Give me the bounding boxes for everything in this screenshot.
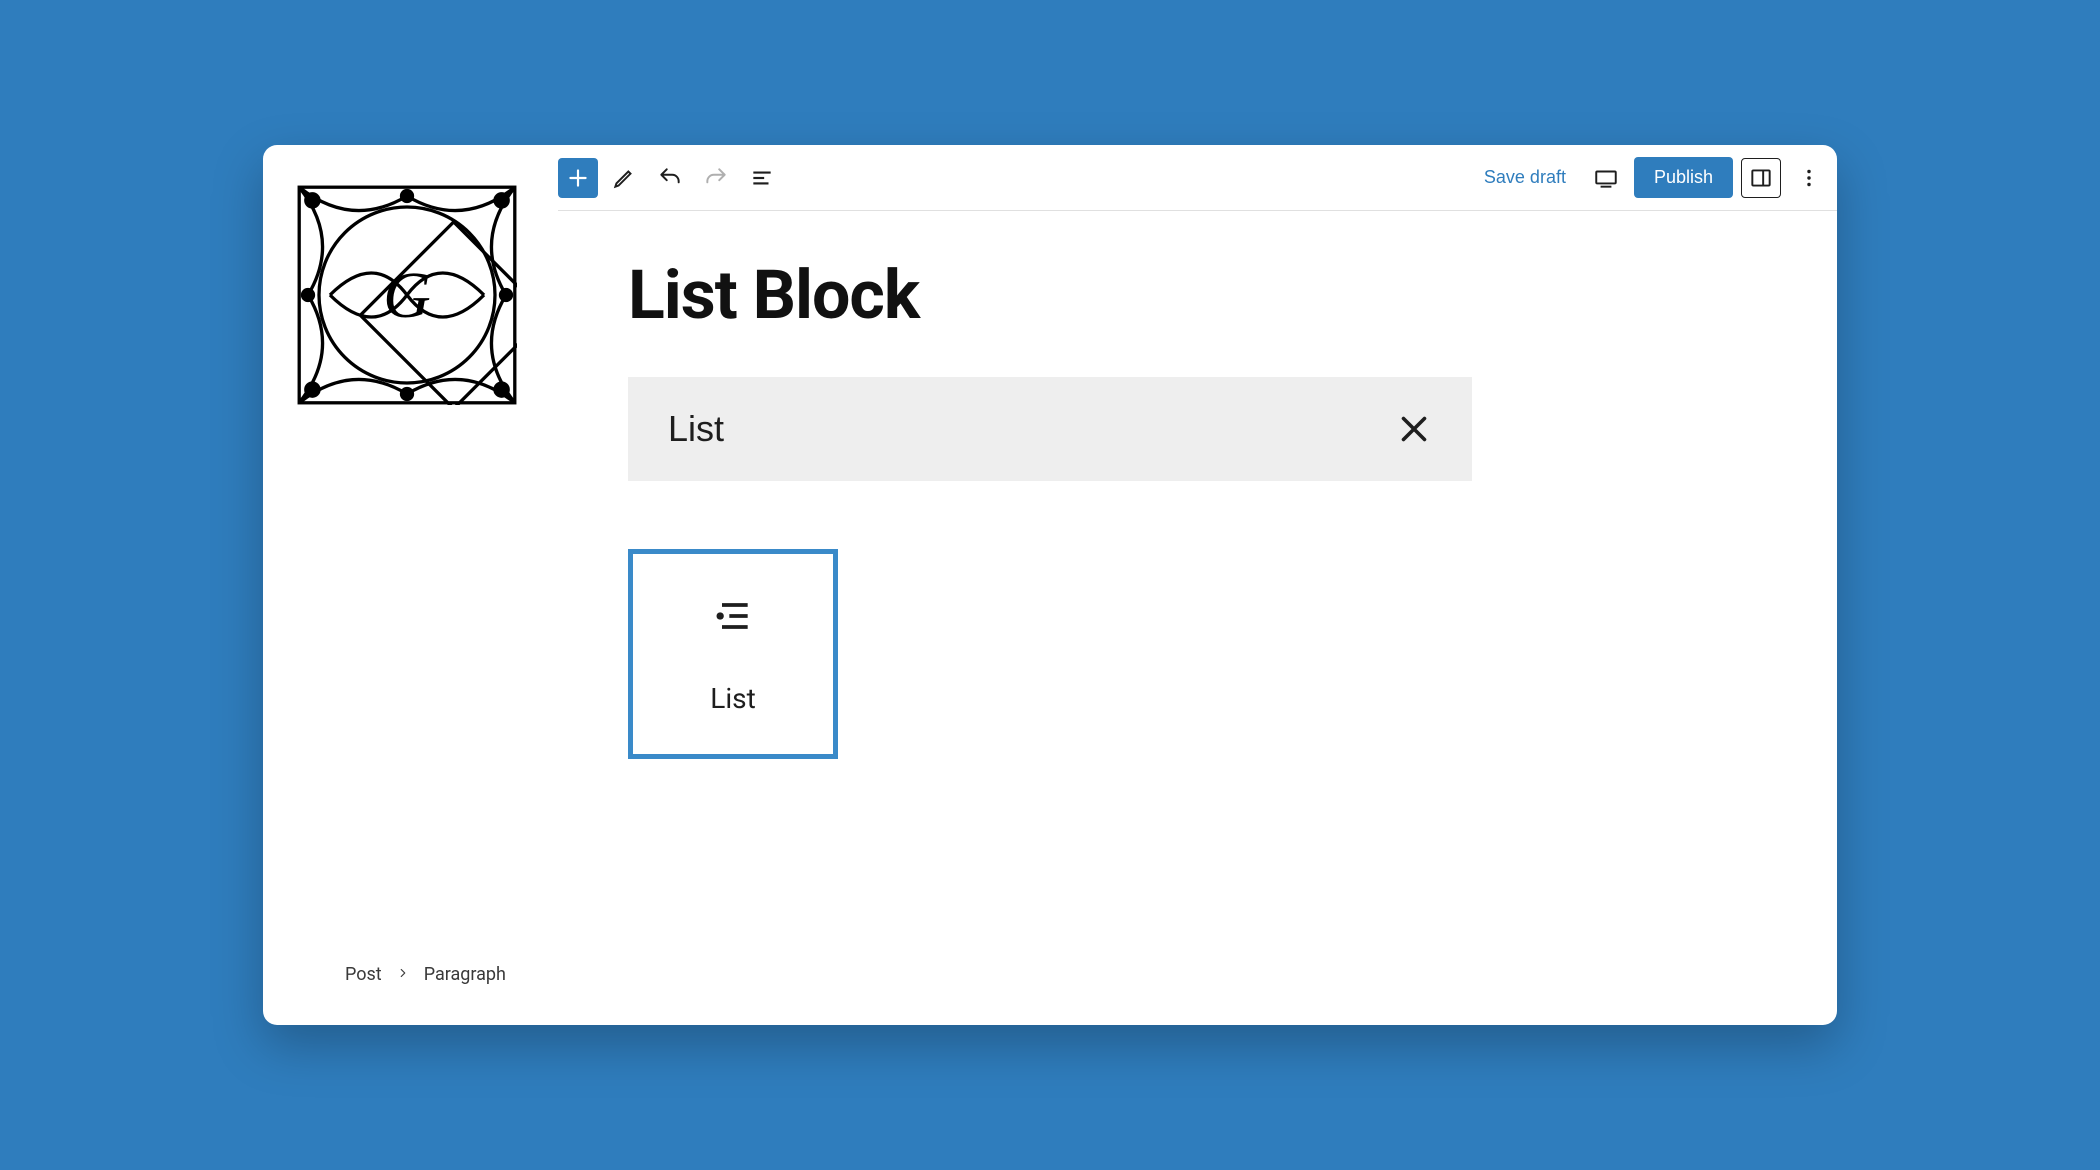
list-icon bbox=[711, 594, 755, 638]
redo-button[interactable] bbox=[696, 158, 736, 198]
editor-main: Save draft Publish List Block bbox=[558, 145, 1837, 1025]
toolbar-right-group: Save draft Publish bbox=[1472, 157, 1829, 198]
post-title[interactable]: List Block bbox=[628, 255, 1767, 335]
svg-text:G: G bbox=[383, 259, 431, 332]
block-result-label: List bbox=[710, 682, 756, 715]
save-draft-button[interactable]: Save draft bbox=[1472, 167, 1578, 188]
desktop-icon bbox=[1593, 165, 1619, 191]
breadcrumb: Post Paragraph bbox=[345, 964, 506, 985]
plus-icon bbox=[565, 165, 591, 191]
block-search-input[interactable] bbox=[668, 408, 1396, 450]
breadcrumb-root[interactable]: Post bbox=[345, 964, 382, 985]
gutenberg-logo-icon: G bbox=[297, 185, 517, 405]
kebab-icon bbox=[1796, 165, 1822, 191]
preview-button[interactable] bbox=[1586, 158, 1626, 198]
outline-icon bbox=[749, 165, 775, 191]
breadcrumb-current[interactable]: Paragraph bbox=[424, 964, 506, 985]
toolbar-left-group bbox=[558, 158, 782, 198]
editor-content: List Block List bbox=[558, 211, 1837, 1025]
tools-button[interactable] bbox=[604, 158, 644, 198]
options-button[interactable] bbox=[1789, 158, 1829, 198]
redo-icon bbox=[703, 165, 729, 191]
undo-icon bbox=[657, 165, 683, 191]
list-block-icon bbox=[711, 594, 755, 642]
settings-sidebar-toggle[interactable] bbox=[1741, 158, 1781, 198]
undo-button[interactable] bbox=[650, 158, 690, 198]
block-search-bar bbox=[628, 377, 1472, 481]
editor-window: G bbox=[263, 145, 1837, 1025]
clear-search-button[interactable] bbox=[1396, 411, 1432, 447]
close-icon bbox=[1396, 411, 1432, 447]
site-sidebar: G bbox=[263, 145, 558, 1025]
publish-button[interactable]: Publish bbox=[1634, 157, 1733, 198]
editor-toolbar: Save draft Publish bbox=[558, 145, 1837, 211]
block-result-list[interactable]: List bbox=[628, 549, 838, 759]
pencil-icon bbox=[611, 165, 637, 191]
site-logo[interactable]: G bbox=[297, 185, 517, 405]
document-overview-button[interactable] bbox=[742, 158, 782, 198]
block-inserter-button[interactable] bbox=[558, 158, 598, 198]
chevron-right-icon bbox=[396, 964, 410, 985]
sidebar-icon bbox=[1748, 165, 1774, 191]
